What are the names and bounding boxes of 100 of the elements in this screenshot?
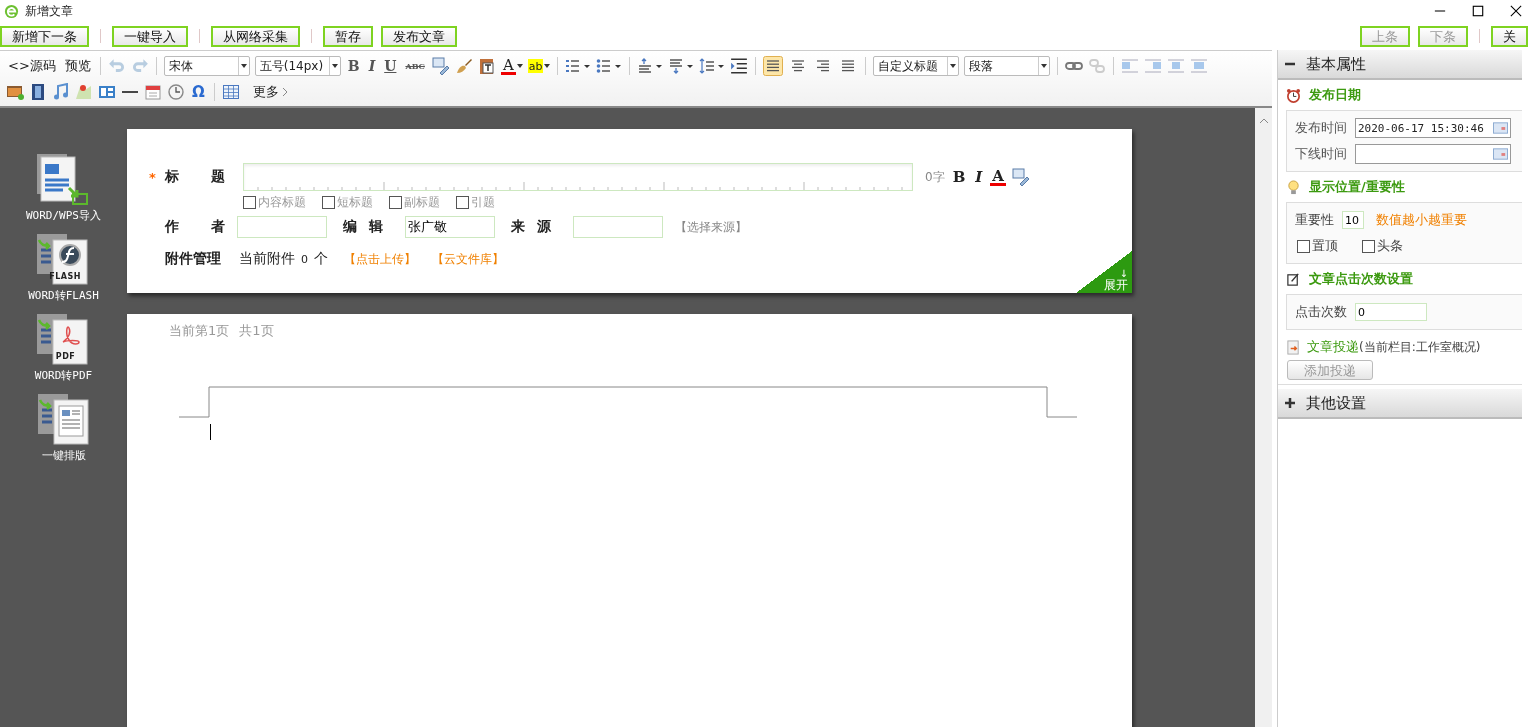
close-icon[interactable] xyxy=(1510,5,1522,17)
section-heading: 显示位置/重要性 xyxy=(1309,178,1405,196)
flag-checkbox[interactable]: 置顶 xyxy=(1297,237,1338,255)
flag-checkbox[interactable]: 头条 xyxy=(1362,237,1403,255)
attachment-unit: 个 xyxy=(314,250,328,268)
character-count: 0字 xyxy=(925,168,945,186)
bold-button[interactable]: B xyxy=(950,167,968,187)
required-mark: * xyxy=(149,169,157,185)
italic-button[interactable]: I xyxy=(973,167,985,187)
underline-button[interactable]: U xyxy=(382,56,399,76)
publish-time-field[interactable]: 2020-06-17 15:30:46 xyxy=(1355,118,1511,138)
spellcheck-icon[interactable] xyxy=(431,57,450,75)
bold-button[interactable]: B xyxy=(345,56,362,76)
special-character-button[interactable]: Ω xyxy=(190,82,207,102)
tool-label[interactable]: WORD/WPS导入 xyxy=(26,208,101,223)
plus-icon xyxy=(1284,397,1296,409)
maximize-icon[interactable] xyxy=(1472,5,1484,17)
scrollbar[interactable] xyxy=(1255,108,1272,727)
chevron-icon[interactable] xyxy=(281,87,288,97)
action-button[interactable]: 一键导入 xyxy=(112,25,188,47)
offline-time-field[interactable] xyxy=(1355,144,1511,164)
field-label: 作者 xyxy=(165,218,225,236)
source-field[interactable] xyxy=(573,216,663,238)
caret-icon[interactable] xyxy=(516,64,523,68)
ordered-list-icon[interactable] xyxy=(565,58,592,74)
image-icon[interactable] xyxy=(6,83,24,101)
section-heading: 发布日期 xyxy=(1309,86,1361,104)
caret-icon xyxy=(950,64,957,68)
calendar-icon[interactable] xyxy=(144,83,162,101)
paragraph-select[interactable]: 段落 xyxy=(964,56,1051,76)
film-icon[interactable] xyxy=(29,83,47,101)
field-label: 发布时间 xyxy=(1295,119,1347,137)
field-label: 标题 xyxy=(165,168,225,186)
caret-icon xyxy=(331,64,338,68)
action-button[interactable]: 暂存 xyxy=(323,25,373,47)
tool-label[interactable]: WORD转FLASH xyxy=(28,288,99,303)
attachment-count: 0 xyxy=(301,252,308,266)
importance-field[interactable]: 10 xyxy=(1342,211,1364,229)
strikethrough-button[interactable]: ABC xyxy=(403,56,427,76)
importance-hint: 数值越小越重要 xyxy=(1376,211,1467,229)
map-icon[interactable] xyxy=(75,83,93,101)
unordered-list-icon[interactable] xyxy=(596,58,623,74)
edit-note-icon xyxy=(1286,271,1301,287)
layout-document-icon[interactable] xyxy=(35,392,92,448)
caret-icon[interactable] xyxy=(544,64,551,68)
action-button[interactable]: 从网络采集 xyxy=(211,25,300,47)
field-label: 重要性 xyxy=(1295,211,1334,229)
font-size-select[interactable]: 五号(14px) xyxy=(254,56,341,76)
action-button[interactable]: 新增下一条 xyxy=(0,25,89,47)
highlight-button[interactable]: ab xyxy=(527,59,544,73)
field-label: 点击次数 xyxy=(1295,303,1347,321)
field-label: 附件管理 xyxy=(165,250,222,268)
clock-icon[interactable] xyxy=(167,83,185,101)
indent-icon[interactable] xyxy=(730,57,749,75)
page-total: 共1页 xyxy=(239,322,274,340)
tool-label[interactable]: WORD转PDF xyxy=(34,368,93,383)
choose-source-link[interactable]: 【选择来源】 xyxy=(675,218,747,236)
field-label: 下线时间 xyxy=(1295,145,1347,163)
spacing-top-icon[interactable] xyxy=(637,58,664,74)
source-button[interactable]: <>源码 xyxy=(6,56,58,76)
font-color-button[interactable]: A xyxy=(500,57,516,75)
page-indicator: 当前第1页 xyxy=(169,322,230,340)
music-note-icon[interactable] xyxy=(52,83,70,101)
more-button[interactable]: 更多 xyxy=(250,82,281,102)
editor-field[interactable]: 张广敬 xyxy=(405,216,495,238)
line-height-icon[interactable] xyxy=(699,58,726,74)
attachment-label: 当前附件 xyxy=(239,250,295,268)
scroll-up-icon[interactable] xyxy=(1258,118,1269,124)
expand-button[interactable]: ↓ 展开 xyxy=(1076,251,1132,293)
alarm-clock-icon xyxy=(1286,87,1301,103)
layout-icon[interactable] xyxy=(98,83,116,101)
delivery-link[interactable]: 文章投递 xyxy=(1307,338,1359,356)
nav-button[interactable]: 关 xyxy=(1491,25,1528,47)
tool-label[interactable]: 一键排版 xyxy=(41,448,86,463)
section-heading: 文章点击次数设置 xyxy=(1309,270,1413,288)
italic-button[interactable]: I xyxy=(366,56,378,76)
spacing-bottom-icon[interactable] xyxy=(668,58,695,74)
author-field[interactable] xyxy=(237,216,327,238)
app-logo-icon xyxy=(4,3,19,19)
light-bulb-icon xyxy=(1286,179,1301,195)
clear-format-icon[interactable] xyxy=(1012,168,1030,186)
font-color-button[interactable]: A xyxy=(990,168,1006,186)
action-button[interactable]: 发布文章 xyxy=(381,25,457,47)
current-column-note: (当前栏目:工作室概况) xyxy=(1359,338,1481,356)
title-input[interactable] xyxy=(243,163,913,191)
window-title: 新增文章 xyxy=(25,2,73,20)
align-left-icon[interactable] xyxy=(763,56,784,76)
click-count-field[interactable]: 0 xyxy=(1355,303,1427,321)
panel-header[interactable]: 其他设置 xyxy=(1278,389,1522,419)
field-label: 编辑 xyxy=(343,218,395,236)
icon-caption: PDF xyxy=(55,352,76,361)
text-cursor xyxy=(210,424,211,440)
panel-header[interactable]: 基本属性 xyxy=(1278,50,1522,80)
font-select[interactable]: 宋体 xyxy=(163,56,250,76)
preview-button[interactable]: 预览 xyxy=(62,56,93,76)
heading-select[interactable]: 自定义标题 xyxy=(873,56,960,76)
caret-icon xyxy=(240,64,247,68)
caret-icon xyxy=(1041,64,1048,68)
table-icon[interactable] xyxy=(221,83,240,101)
paste-text-icon[interactable] xyxy=(477,57,496,75)
